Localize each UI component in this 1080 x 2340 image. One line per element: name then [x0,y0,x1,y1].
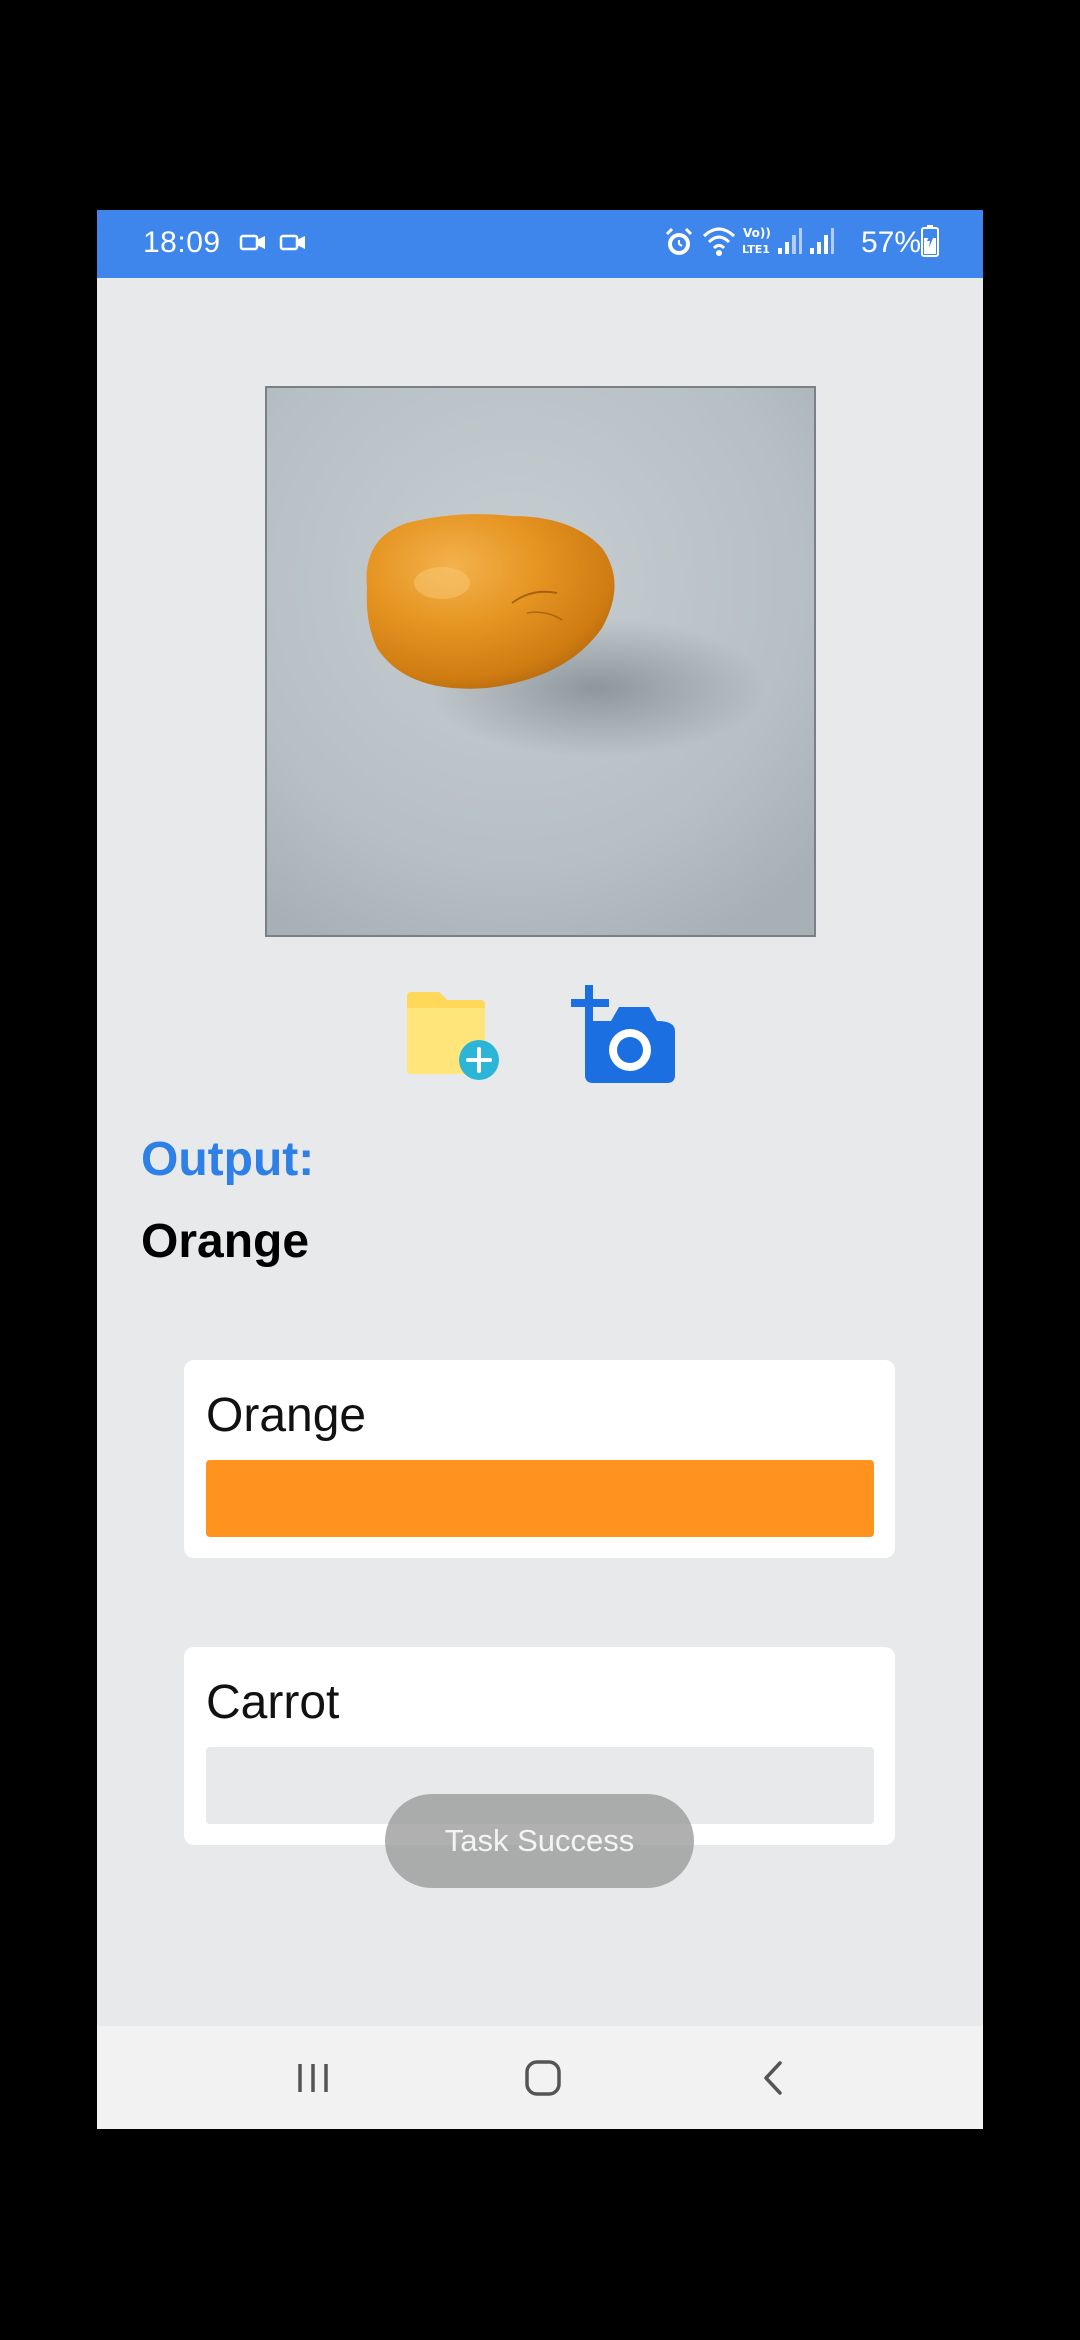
battery-percentage: 57% [860,226,921,259]
signal-icon [777,226,803,264]
back-icon [764,2060,782,2095]
status-bar: 18:09 Vo)) LTE1 57% [97,210,983,278]
result-card-orange: Orange [184,1360,895,1558]
output-value: Orange [141,1215,310,1268]
signal-icon [809,226,835,264]
output-label: Output: [141,1133,315,1186]
video-camera-icon [279,228,307,262]
image-preview [265,386,816,937]
add-camera-icon[interactable] [569,983,681,1090]
app-screen: 18:09 Vo)) LTE1 57% Output: Orange Orang… [97,210,983,2129]
result-label: Carrot [206,1676,340,1729]
confidence-bar-fill [206,1460,874,1537]
orange-photo [267,388,814,935]
home-button[interactable] [483,2026,603,2129]
recent-apps-icon [298,2063,328,2092]
wifi-icon [701,224,737,266]
navigation-bar [97,2026,983,2129]
home-icon [525,2059,561,2096]
back-button[interactable] [713,2026,833,2129]
volte-icon: Vo)) LTE1 [741,224,775,261]
recent-apps-button[interactable] [253,2026,373,2129]
alarm-icon [663,226,695,266]
battery-icon [921,224,939,266]
result-label: Orange [206,1389,367,1442]
folder-add-icon[interactable] [403,988,507,1085]
status-time: 18:09 [143,226,221,259]
confidence-bar-track [206,1460,874,1537]
toast-message: Task Success [385,1794,694,1888]
svg-text:LTE1: LTE1 [742,243,770,256]
svg-text:Vo)): Vo)) [743,226,771,240]
video-camera-icon [239,228,267,262]
